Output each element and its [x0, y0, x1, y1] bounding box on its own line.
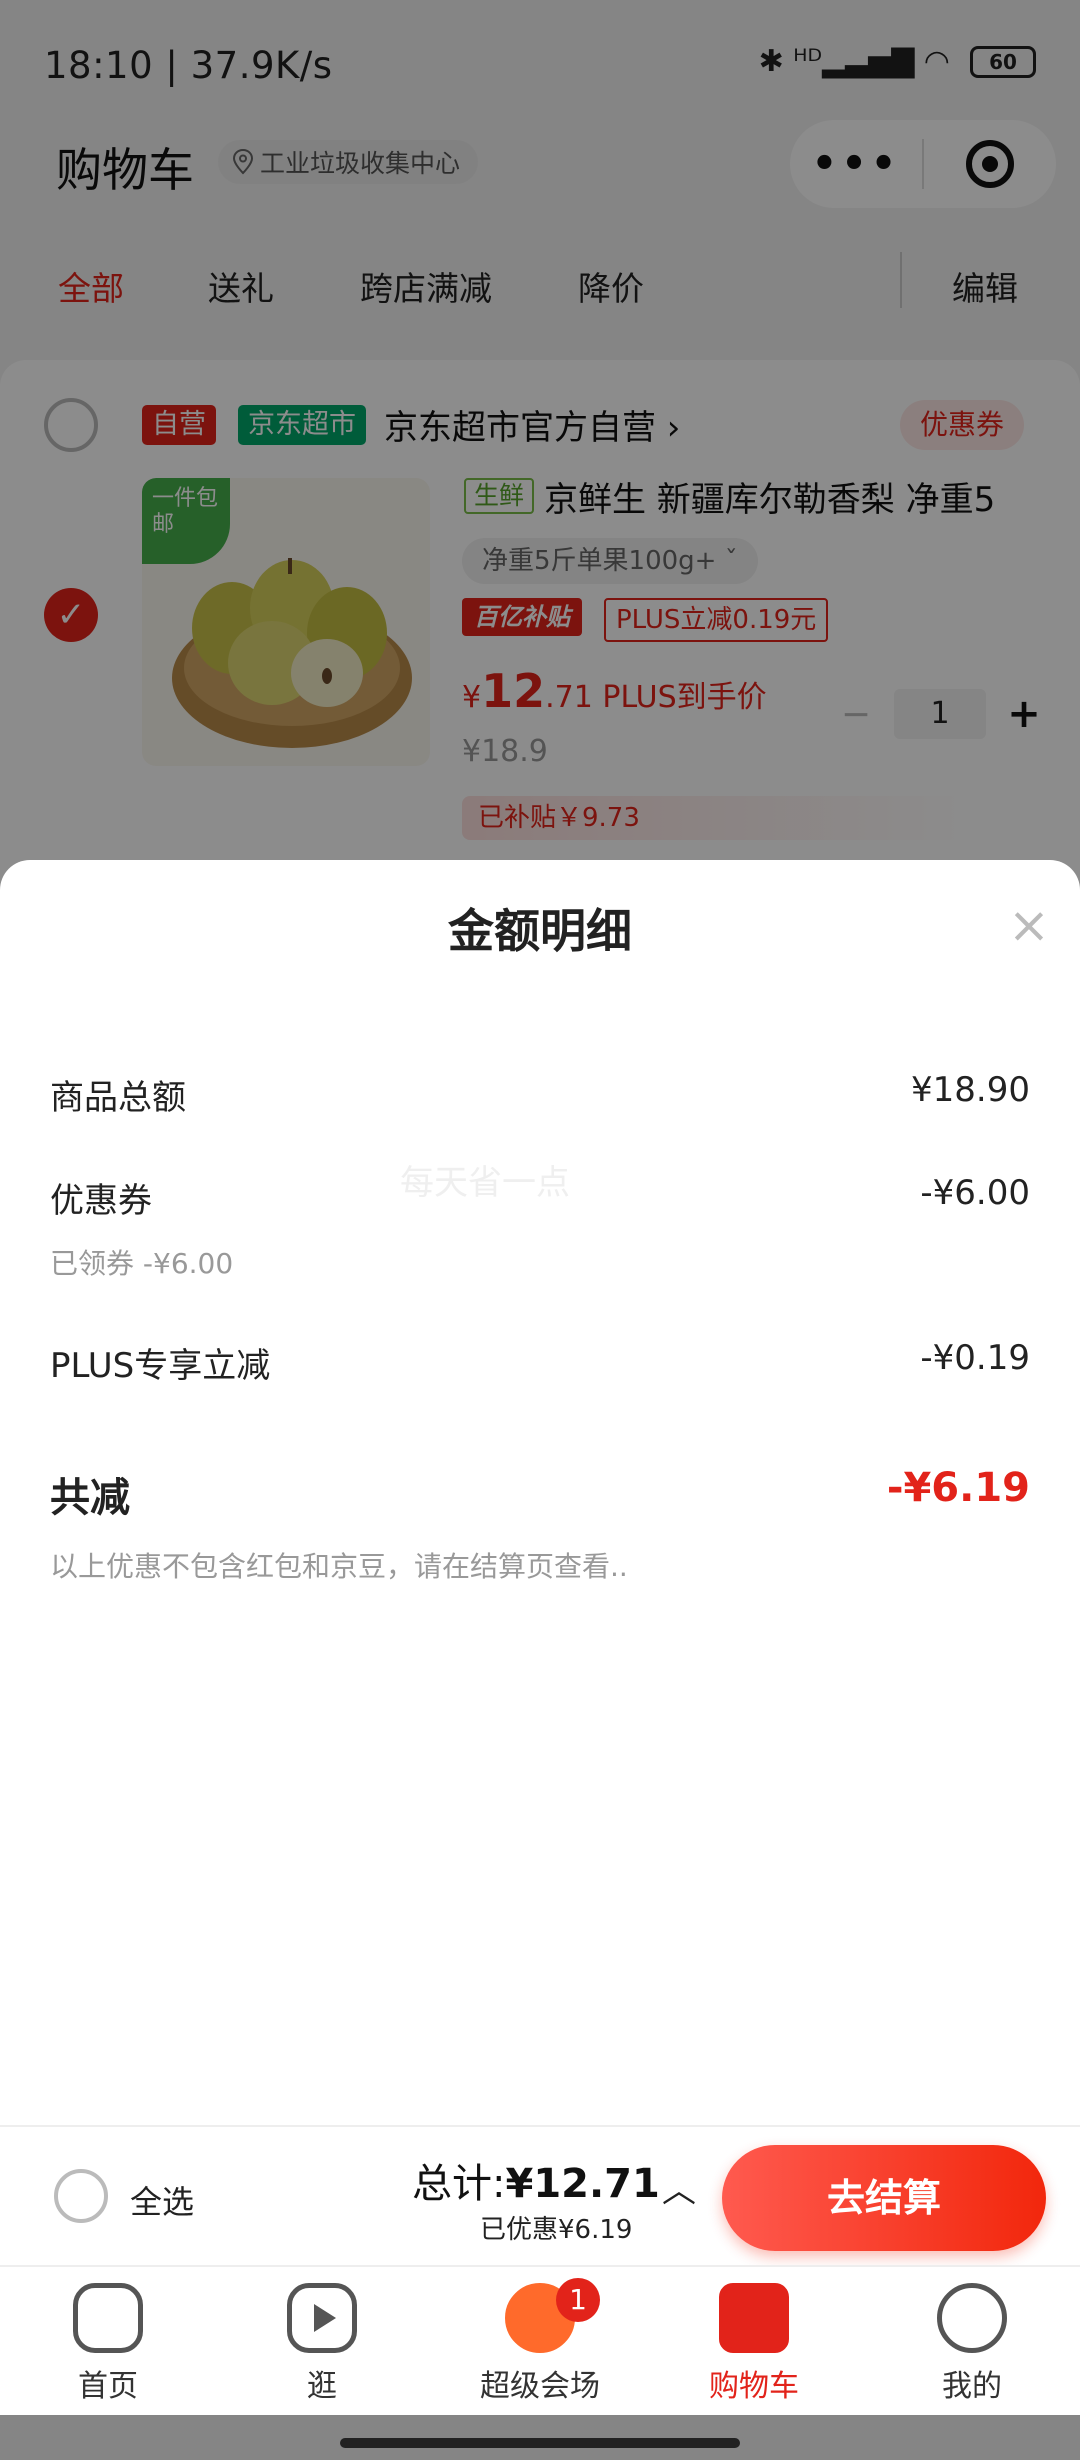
nav-cart[interactable]: 购物车 — [664, 2283, 844, 2405]
amount-detail-sheet: 金额明细 × 商品总额 ¥18.90 每天省一点 优惠券 -¥6.00 已领券 … — [0, 860, 1080, 2125]
home-indicator[interactable] — [340, 2438, 740, 2448]
nav-super-venue[interactable]: 1 超级会场 — [450, 2278, 630, 2405]
super-venue-icon: 1 — [505, 2278, 600, 2353]
smiley-face-icon — [937, 2283, 1007, 2353]
bottom-nav: 首页 逛 1 超级会场 购物车 我的 — [0, 2265, 1080, 2415]
nav-label: 首页 — [78, 2369, 138, 2404]
coupon-value: -¥6.00 — [920, 1173, 1030, 1213]
video-play-icon — [287, 2283, 357, 2353]
cart-icon — [719, 2283, 789, 2353]
coupon-label: 优惠券 — [50, 1181, 152, 1221]
notification-badge: 1 — [556, 2278, 600, 2322]
watermark-text: 每天省一点 — [400, 1163, 570, 1203]
discount-note: 以上优惠不包含红包和京豆，请在结算页查看.. — [50, 1550, 628, 1583]
nav-home[interactable]: 首页 — [18, 2283, 198, 2405]
chevron-up-icon[interactable]: ︿ — [662, 2163, 696, 2212]
total-amount[interactable]: 总计:¥12.71 — [412, 2151, 660, 2209]
nav-label: 购物车 — [709, 2369, 799, 2404]
select-all-label[interactable]: 全选 — [130, 2177, 194, 2223]
coupon-detail: 已领券 -¥6.00 — [50, 1247, 234, 1280]
plus-discount-label: PLUS专享立减 — [50, 1346, 271, 1386]
sheet-title: 金额明细 — [448, 904, 632, 958]
nav-browse[interactable]: 逛 — [232, 2283, 412, 2405]
total-discount-label: 共减 — [50, 1475, 130, 1521]
checkout-bar: 全选 总计:¥12.71 已优惠¥6.19 ︿ 去结算 — [0, 2125, 1080, 2265]
plus-discount-value: -¥0.19 — [920, 1338, 1030, 1378]
home-icon — [73, 2283, 143, 2353]
checkout-button[interactable]: 去结算 — [722, 2145, 1046, 2251]
goods-total-label: 商品总额 — [50, 1078, 186, 1118]
select-all-checkbox[interactable] — [54, 2169, 108, 2223]
nav-label: 超级会场 — [480, 2369, 600, 2404]
nav-label: 逛 — [307, 2369, 337, 2404]
total-discount-value: -¥6.19 — [886, 1465, 1030, 1511]
nav-label: 我的 — [942, 2369, 1002, 2404]
total-prefix: 总计: — [412, 2161, 506, 2207]
close-icon[interactable]: × — [1008, 900, 1050, 950]
goods-total-value: ¥18.90 — [911, 1070, 1030, 1110]
nav-profile[interactable]: 我的 — [882, 2283, 1062, 2405]
total-value: ¥12.71 — [505, 2161, 660, 2207]
saved-amount: 已优惠¥6.19 — [480, 2215, 633, 2245]
